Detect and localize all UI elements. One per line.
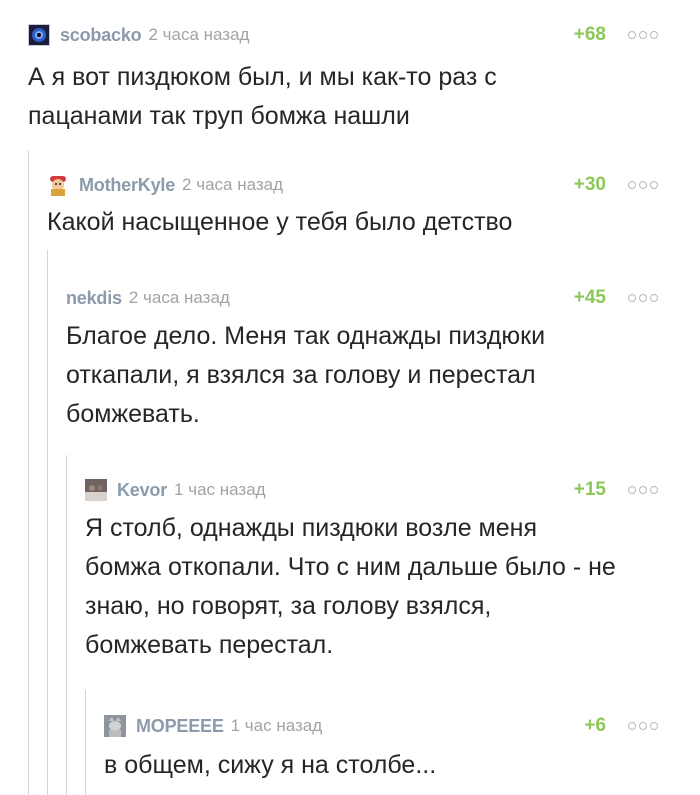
photo-avatar-icon[interactable] xyxy=(85,479,107,501)
comment-rating: +15 xyxy=(573,479,606,500)
comment-text-line: Благое дело. Меня так однажды пиздюки xyxy=(66,322,546,350)
comment: МОРЕЕЕЕ 1 час назад +6 в общем, сижу я н… xyxy=(104,713,658,788)
comment: MotherKyle 2 часа назад +30 Какой насыще… xyxy=(47,172,658,242)
comment-text: Я столб, однажды пиздюки возле меня бомж… xyxy=(85,509,616,665)
comment-text-line: Какой насыщенное у тебя было детство xyxy=(47,208,513,236)
comment-header: scobacko 2 часа назад xyxy=(28,22,249,48)
thread-branch-line xyxy=(47,250,48,795)
thread-branch-line xyxy=(28,150,29,795)
comment-text: в общем, сижу я на столбе... xyxy=(104,746,436,785)
comment-text-line: бомжевать. xyxy=(66,400,200,428)
comment-timestamp: 2 часа назад xyxy=(182,175,284,194)
more-options-icon[interactable] xyxy=(628,713,658,739)
comment-rating: +45 xyxy=(573,287,606,308)
cat-avatar-icon[interactable] xyxy=(104,715,126,737)
comment-text-line: пацанами так труп бомжа нашли xyxy=(28,102,410,130)
comment: scobacko 2 часа назад +68 А я вот пиздюк… xyxy=(28,22,658,132)
more-options-icon[interactable] xyxy=(628,22,658,48)
comment: Kevor 1 час назад +15 Я столб, однажды п… xyxy=(85,477,658,672)
comment-text: А я вот пиздюком был, и мы как-то раз с … xyxy=(28,58,497,136)
more-options-icon[interactable] xyxy=(628,285,658,311)
comment-text-line: знаю, но говорят, за голову взялся, xyxy=(85,592,492,620)
comment-rating: +68 xyxy=(573,24,606,45)
comment: nekdis 2 часа назад +45 Благое дело. Мен… xyxy=(66,285,658,435)
username-link[interactable]: Kevor xyxy=(117,480,167,501)
more-options-icon[interactable] xyxy=(628,477,658,503)
comment-rating: +30 xyxy=(573,174,606,195)
comment-timestamp: 1 час назад xyxy=(230,716,323,735)
comment-text-line: А я вот пиздюком был, и мы как-то раз с xyxy=(28,63,497,91)
comment-text-line: в общем, сижу я на столбе... xyxy=(104,751,437,779)
comment-rating: +6 xyxy=(584,715,606,736)
comment-header: nekdis 2 часа назад xyxy=(66,285,230,311)
comment-timestamp: 1 час назад xyxy=(174,480,266,499)
username-link[interactable]: МОРЕЕЕЕ xyxy=(136,716,224,737)
username-link[interactable]: scobacko xyxy=(60,25,142,46)
comment-text-line: бомжевать перестал. xyxy=(85,631,334,659)
username-link[interactable]: nekdis xyxy=(66,288,122,309)
comment-header: Kevor 1 час назад xyxy=(85,477,266,503)
thread-branch-line xyxy=(85,690,86,795)
comment-header: MotherKyle 2 часа назад xyxy=(47,172,283,198)
eye-avatar-icon[interactable] xyxy=(28,24,50,46)
comment-header: МОРЕЕЕЕ 1 час назад xyxy=(104,713,322,739)
comment-text-line: Я столб, однажды пиздюки возле меня xyxy=(85,514,537,542)
comment-timestamp: 2 часа назад xyxy=(128,288,230,307)
username-link[interactable]: MotherKyle xyxy=(79,175,175,196)
comment-text-line: откапали, я взялся за голову и перестал xyxy=(66,361,536,389)
cartoon-avatar-icon[interactable] xyxy=(47,174,69,196)
more-options-icon[interactable] xyxy=(628,172,658,198)
thread-branch-line xyxy=(66,455,67,795)
comment-text-line: бомжа откопали. Что с ним дальше было - … xyxy=(85,553,616,581)
comment-text: Какой насыщенное у тебя было детство xyxy=(47,203,512,242)
comment-text: Благое дело. Меня так однажды пиздюки от… xyxy=(66,317,545,434)
comment-timestamp: 2 часа назад xyxy=(148,25,250,44)
